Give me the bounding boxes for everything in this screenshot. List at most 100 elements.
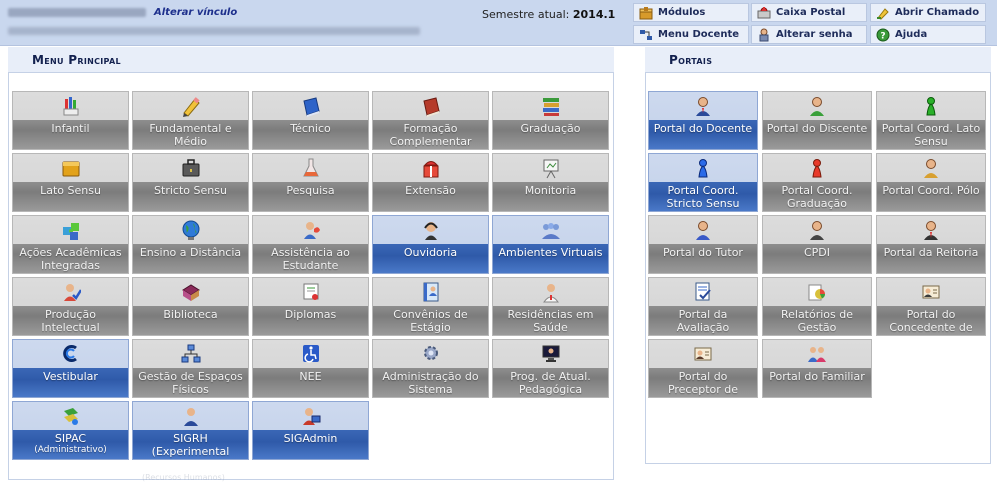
portal-tile-portal-do-familiar[interactable]: Portal do Familiar xyxy=(762,339,872,398)
menu-tile-ouvidoria[interactable]: Ouvidoria xyxy=(372,215,489,274)
tile-label: Administração do Sistema xyxy=(375,370,486,396)
tile-label-text: Monitoria xyxy=(524,184,577,197)
menu-tile-prog-de-atual-pedagogica[interactable]: Prog. de Atual. Pedagógica xyxy=(492,339,609,398)
tile-label-text: Ações Acadêmicas Integradas xyxy=(19,246,122,272)
headset-icon xyxy=(421,219,441,241)
menu-tile-sipac[interactable]: SIPAC (Administrativo) xyxy=(12,401,129,460)
tile-label: Ambientes Virtuais xyxy=(495,246,606,259)
change-password-button[interactable]: Alterar senha xyxy=(751,25,867,44)
tile-label: Stricto Sensu xyxy=(135,184,246,197)
portal-tile-portal-do-concedente-de-estagio[interactable]: Portal do Concedente de Estágio xyxy=(876,277,986,336)
menu-tile-diplomas[interactable]: Diplomas xyxy=(252,277,369,336)
teacher-menu-icon xyxy=(639,28,653,42)
portal-tile-portal-coord-polo[interactable]: Portal Coord. Pólo xyxy=(876,153,986,212)
help-button[interactable]: ? Ajuda xyxy=(870,25,986,44)
tile-label-text: Ambientes Virtuais xyxy=(498,246,603,259)
teacher-menu-button[interactable]: Menu Docente xyxy=(633,25,749,44)
portal-tile-portal-do-docente[interactable]: Portal do Docente xyxy=(648,91,758,150)
portal-tile-portal-do-tutor[interactable]: Portal do Tutor xyxy=(648,215,758,274)
portal-tile-portal-do-discente[interactable]: Portal do Discente xyxy=(762,91,872,150)
tile-label-text: Extensão xyxy=(405,184,456,197)
tile-label-text: Portal Coord. Stricto Sensu xyxy=(666,184,740,210)
tile-label: Extensão xyxy=(375,184,486,197)
books-stack-icon xyxy=(541,95,561,117)
menu-tile-graduacao[interactable]: Graduação xyxy=(492,91,609,150)
menu-tile-biblioteca[interactable]: Biblioteca xyxy=(132,277,249,336)
tile-label-text: Graduação xyxy=(520,122,581,135)
tile-label: Portal Coord. Pólo xyxy=(879,184,983,197)
menu-tile-producao-intelectual[interactable]: Produção Intelectual xyxy=(12,277,129,336)
tile-label-text: Vestibular xyxy=(43,370,98,383)
menu-tile-tecnico[interactable]: Técnico xyxy=(252,91,369,150)
portal-tile-portal-coord-lato-sensu[interactable]: Portal Coord. Lato Sensu xyxy=(876,91,986,150)
tile-label: Vestibular xyxy=(15,370,126,383)
password-icon xyxy=(757,28,771,42)
teacher-person-icon xyxy=(693,95,713,117)
monitor-icon xyxy=(541,343,561,365)
portal-tile-portal-coord-graduacao[interactable]: Portal Coord. Graduação xyxy=(762,153,872,212)
menu-tile-pesquisa[interactable]: Pesquisa xyxy=(252,153,369,212)
tile-label: Diplomas xyxy=(255,308,366,321)
green-pawn-icon xyxy=(921,95,941,117)
mailbox-button[interactable]: Caixa Postal xyxy=(751,3,867,22)
tile-label: Portal do Tutor xyxy=(651,246,755,259)
menu-tile-convenios-de-estagio[interactable]: Convênios de Estágio xyxy=(372,277,489,336)
folder-icon xyxy=(61,157,81,179)
menu-tile-lato-sensu[interactable]: Lato Sensu xyxy=(12,153,129,212)
menu-tile-sigrh-experimental[interactable]: SIGRH (Experimental xyxy=(132,401,249,460)
tile-label: Assistência ao Estudante xyxy=(255,246,366,272)
tile-label-text: Infantil xyxy=(51,122,90,135)
menu-tile-ambientes-virtuais[interactable]: Ambientes Virtuais xyxy=(492,215,609,274)
menu-tile-ensino-a-distancia[interactable]: Ensino a Distância xyxy=(132,215,249,274)
menu-tile-residencias-em-saude[interactable]: Residências em Saúde xyxy=(492,277,609,336)
portal-tile-portal-coord-stricto-sensu[interactable]: Portal Coord. Stricto Sensu xyxy=(648,153,758,212)
portal-tile-portal-da-avaliacao-institucional[interactable]: Portal da Avaliação Institucional xyxy=(648,277,758,336)
open-ticket-button[interactable]: Abrir Chamado xyxy=(870,3,986,22)
tile-label: NEE xyxy=(255,370,366,383)
menu-tile-extensao[interactable]: Extensão xyxy=(372,153,489,212)
tile-label-text: Ouvidoria xyxy=(403,246,458,259)
tile-label: Portal da Reitoria xyxy=(879,246,983,259)
menu-tile-infantil[interactable]: Infantil xyxy=(12,91,129,150)
tile-label-text: SIGRH (Experimental xyxy=(151,432,230,458)
tile-label: Portal do Preceptor de Estágio xyxy=(651,370,755,397)
menu-tile-gestao-de-espacos-fisicos[interactable]: Gestão de Espaços Físicos xyxy=(132,339,249,398)
portal-tile-relatorios-de-gestao[interactable]: Relatórios de Gestão xyxy=(762,277,872,336)
tile-label: Portal da Avaliação Institucional xyxy=(651,308,755,335)
tile-label-text: Portal Coord. Graduação xyxy=(781,184,853,210)
menu-tile-monitoria[interactable]: Monitoria xyxy=(492,153,609,212)
menu-tile-formacao-complementar[interactable]: Formação Complementar xyxy=(372,91,489,150)
tile-label-text: Portal do Tutor xyxy=(663,246,743,259)
portal-tile-cpdi[interactable]: CPDI xyxy=(762,215,872,274)
blurred-program-name xyxy=(8,27,420,35)
tile-label: Infantil xyxy=(15,122,126,135)
globe-icon xyxy=(181,219,201,241)
tile-label: Fundamental e Médio xyxy=(135,122,246,148)
portals-title: Portais xyxy=(669,52,713,67)
family-icon xyxy=(807,343,827,365)
portal-tile-portal-do-preceptor-de-estagio[interactable]: Portal do Preceptor de Estágio xyxy=(648,339,758,398)
change-link-button[interactable]: Alterar vínculo xyxy=(154,7,237,18)
tile-label: Portal do Discente xyxy=(765,122,869,135)
tile-label: Portal do Concedente de Estágio xyxy=(879,308,983,335)
tile-label: Portal do Familiar xyxy=(765,370,869,383)
accessibility-icon xyxy=(301,343,321,365)
menu-tile-sigadmin[interactable]: SIGAdmin xyxy=(252,401,369,460)
tile-label-text: SIPAC xyxy=(54,432,87,445)
menu-tile-fundamental-e-medio[interactable]: Fundamental e Médio xyxy=(132,91,249,150)
library-icon xyxy=(181,281,201,303)
menu-tile-nee[interactable]: NEE xyxy=(252,339,369,398)
tile-label: Pesquisa xyxy=(255,184,366,197)
tile-label-text: SIGAdmin xyxy=(283,432,338,445)
menu-tile-vestibular[interactable]: Vestibular xyxy=(12,339,129,398)
briefcase-icon xyxy=(181,157,201,179)
tile-label-text: Residências em Saúde xyxy=(507,308,594,334)
portal-tile-portal-da-reitoria[interactable]: Portal da Reitoria xyxy=(876,215,986,274)
menu-tile-assistencia-ao-estudante[interactable]: Assistência ao Estudante xyxy=(252,215,369,274)
menu-tile-administracao-do-sistema[interactable]: Administração do Sistema xyxy=(372,339,489,398)
modules-button[interactable]: Módulos xyxy=(633,3,749,22)
tile-label-text: Fundamental e Médio xyxy=(149,122,232,148)
menu-tile-stricto-sensu[interactable]: Stricto Sensu xyxy=(132,153,249,212)
tile-label: CPDI xyxy=(765,246,869,259)
menu-tile-acoes-academicas-integradas[interactable]: Ações Acadêmicas Integradas xyxy=(12,215,129,274)
